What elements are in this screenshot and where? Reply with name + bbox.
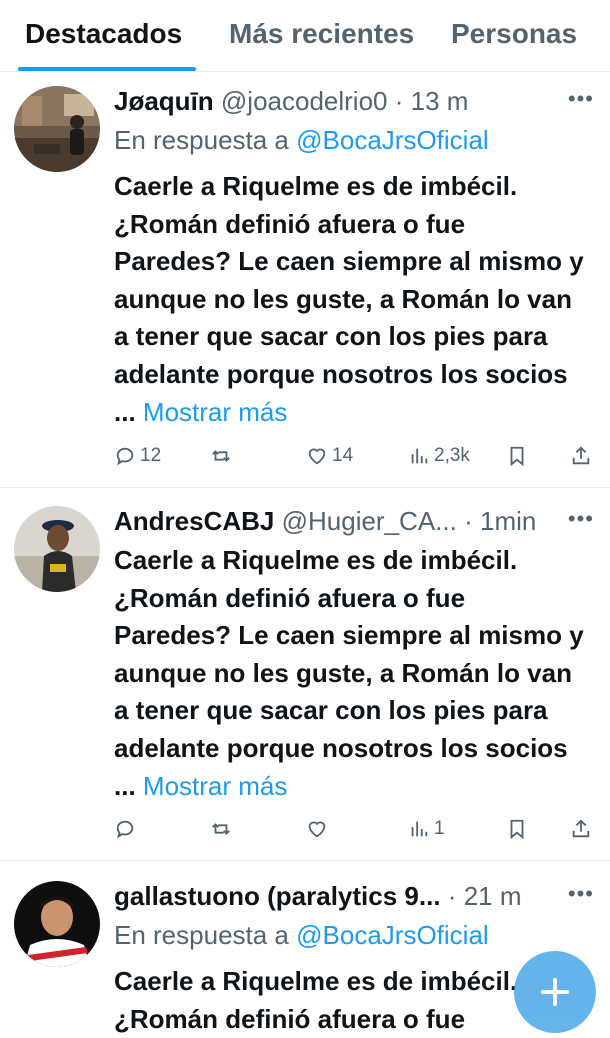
tweet-body: Caerle a Riquelme es de imbécil. ¿Román … (114, 171, 584, 427)
bookmark-button[interactable] (506, 445, 528, 467)
tweet-text: Caerle a Riquelme es de imbécil. ¿Román … (114, 963, 584, 1038)
tweet[interactable]: Jøaquīn @joacodelrio0 · 13 m ••• En resp… (0, 72, 610, 488)
view-count: 1 (434, 818, 445, 839)
handle[interactable]: @joacodelrio0 (221, 86, 388, 116)
timestamp[interactable]: 13 m (411, 86, 469, 116)
share-button[interactable] (570, 818, 592, 840)
reply-icon (116, 820, 134, 839)
heart-icon (308, 448, 326, 465)
more-dots-icon[interactable]: ••• (568, 881, 594, 907)
show-more-link[interactable]: Mostrar más (143, 771, 287, 801)
reply-context: En respuesta a @BocaJrsOficial (114, 125, 489, 156)
show-more-link[interactable]: Mostrar más (143, 397, 287, 427)
like-count: 14 (332, 445, 354, 466)
reply-icon (116, 447, 134, 466)
separator-dot: · (464, 506, 473, 536)
tab-destacados[interactable]: Destacados (25, 18, 182, 50)
retweet-button[interactable] (210, 445, 236, 467)
tweet-actions: 1 (114, 818, 594, 848)
reply-mention-link[interactable]: @BocaJrsOficial (296, 920, 489, 950)
handle[interactable]: @Hugier_CA... (282, 506, 457, 536)
tweet-text: Caerle a Riquelme es de imbécil. ¿Román … (114, 168, 584, 431)
share-icon (572, 446, 590, 465)
active-tab-indicator (18, 67, 196, 71)
heart-icon (308, 821, 326, 838)
tab-mas-recientes[interactable]: Más recientes (229, 18, 414, 50)
tweet-header: AndresCABJ @Hugier_CA... · 1min (114, 506, 550, 538)
search-tabs: Destacados Más recientes Personas (0, 0, 610, 72)
separator-dot: · (394, 86, 404, 116)
tab-personas[interactable]: Personas (451, 18, 577, 50)
reply-context: En respuesta a @BocaJrsOficial (114, 920, 489, 951)
display-name[interactable]: AndresCABJ (114, 506, 274, 536)
tweet-header: Jøaquīn @joacodelrio0 · 13 m (114, 86, 550, 118)
like-button[interactable] (306, 818, 332, 840)
retweet-icon (212, 823, 230, 835)
avatar[interactable] (14, 86, 100, 172)
share-icon (572, 819, 590, 838)
separator-dot: · (447, 881, 457, 911)
share-button[interactable] (570, 445, 592, 467)
avatar[interactable] (14, 881, 100, 967)
retweet-button[interactable] (210, 818, 236, 840)
tweet-actions: 12 14 2,3k (114, 445, 594, 475)
reply-button[interactable]: 12 (114, 445, 161, 467)
view-count: 2,3k (434, 445, 470, 466)
retweet-icon (212, 450, 230, 462)
reply-prefix: En respuesta a (114, 125, 289, 155)
bookmark-button[interactable] (506, 818, 528, 840)
bookmark-icon (510, 819, 524, 840)
more-dots-icon[interactable]: ••• (568, 506, 594, 532)
tweet-body: Caerle a Riquelme es de imbécil. ¿Román … (114, 966, 518, 1034)
tweet-header: gallastuono (paralytics 9... · 21 m (114, 881, 550, 913)
bookmark-icon (510, 446, 524, 467)
display-name[interactable]: Jøaquīn (114, 86, 214, 116)
tweet-text: Caerle a Riquelme es de imbécil. ¿Román … (114, 542, 584, 805)
reply-count: 12 (140, 445, 162, 466)
views-button[interactable]: 1 (408, 818, 445, 840)
like-button[interactable]: 14 (306, 445, 353, 467)
views-chart-icon (411, 448, 428, 464)
reply-button[interactable] (114, 818, 140, 840)
tweet-body: Caerle a Riquelme es de imbécil. ¿Román … (114, 545, 584, 801)
views-button[interactable]: 2,3k (408, 445, 470, 467)
more-dots-icon[interactable]: ••• (568, 86, 594, 112)
avatar[interactable] (14, 506, 100, 592)
timestamp[interactable]: 21 m (464, 881, 522, 911)
reply-prefix: En respuesta a (114, 920, 289, 950)
reply-mention-link[interactable]: @BocaJrsOficial (296, 125, 489, 155)
display-name[interactable]: gallastuono (paralytics 9... (114, 881, 441, 911)
timestamp[interactable]: 1min (480, 506, 536, 536)
compose-plus-icon (541, 978, 569, 1006)
views-chart-icon (411, 821, 428, 837)
tweet[interactable]: AndresCABJ @Hugier_CA... · 1min ••• Caer… (0, 488, 610, 861)
compose-button[interactable] (514, 951, 596, 1033)
